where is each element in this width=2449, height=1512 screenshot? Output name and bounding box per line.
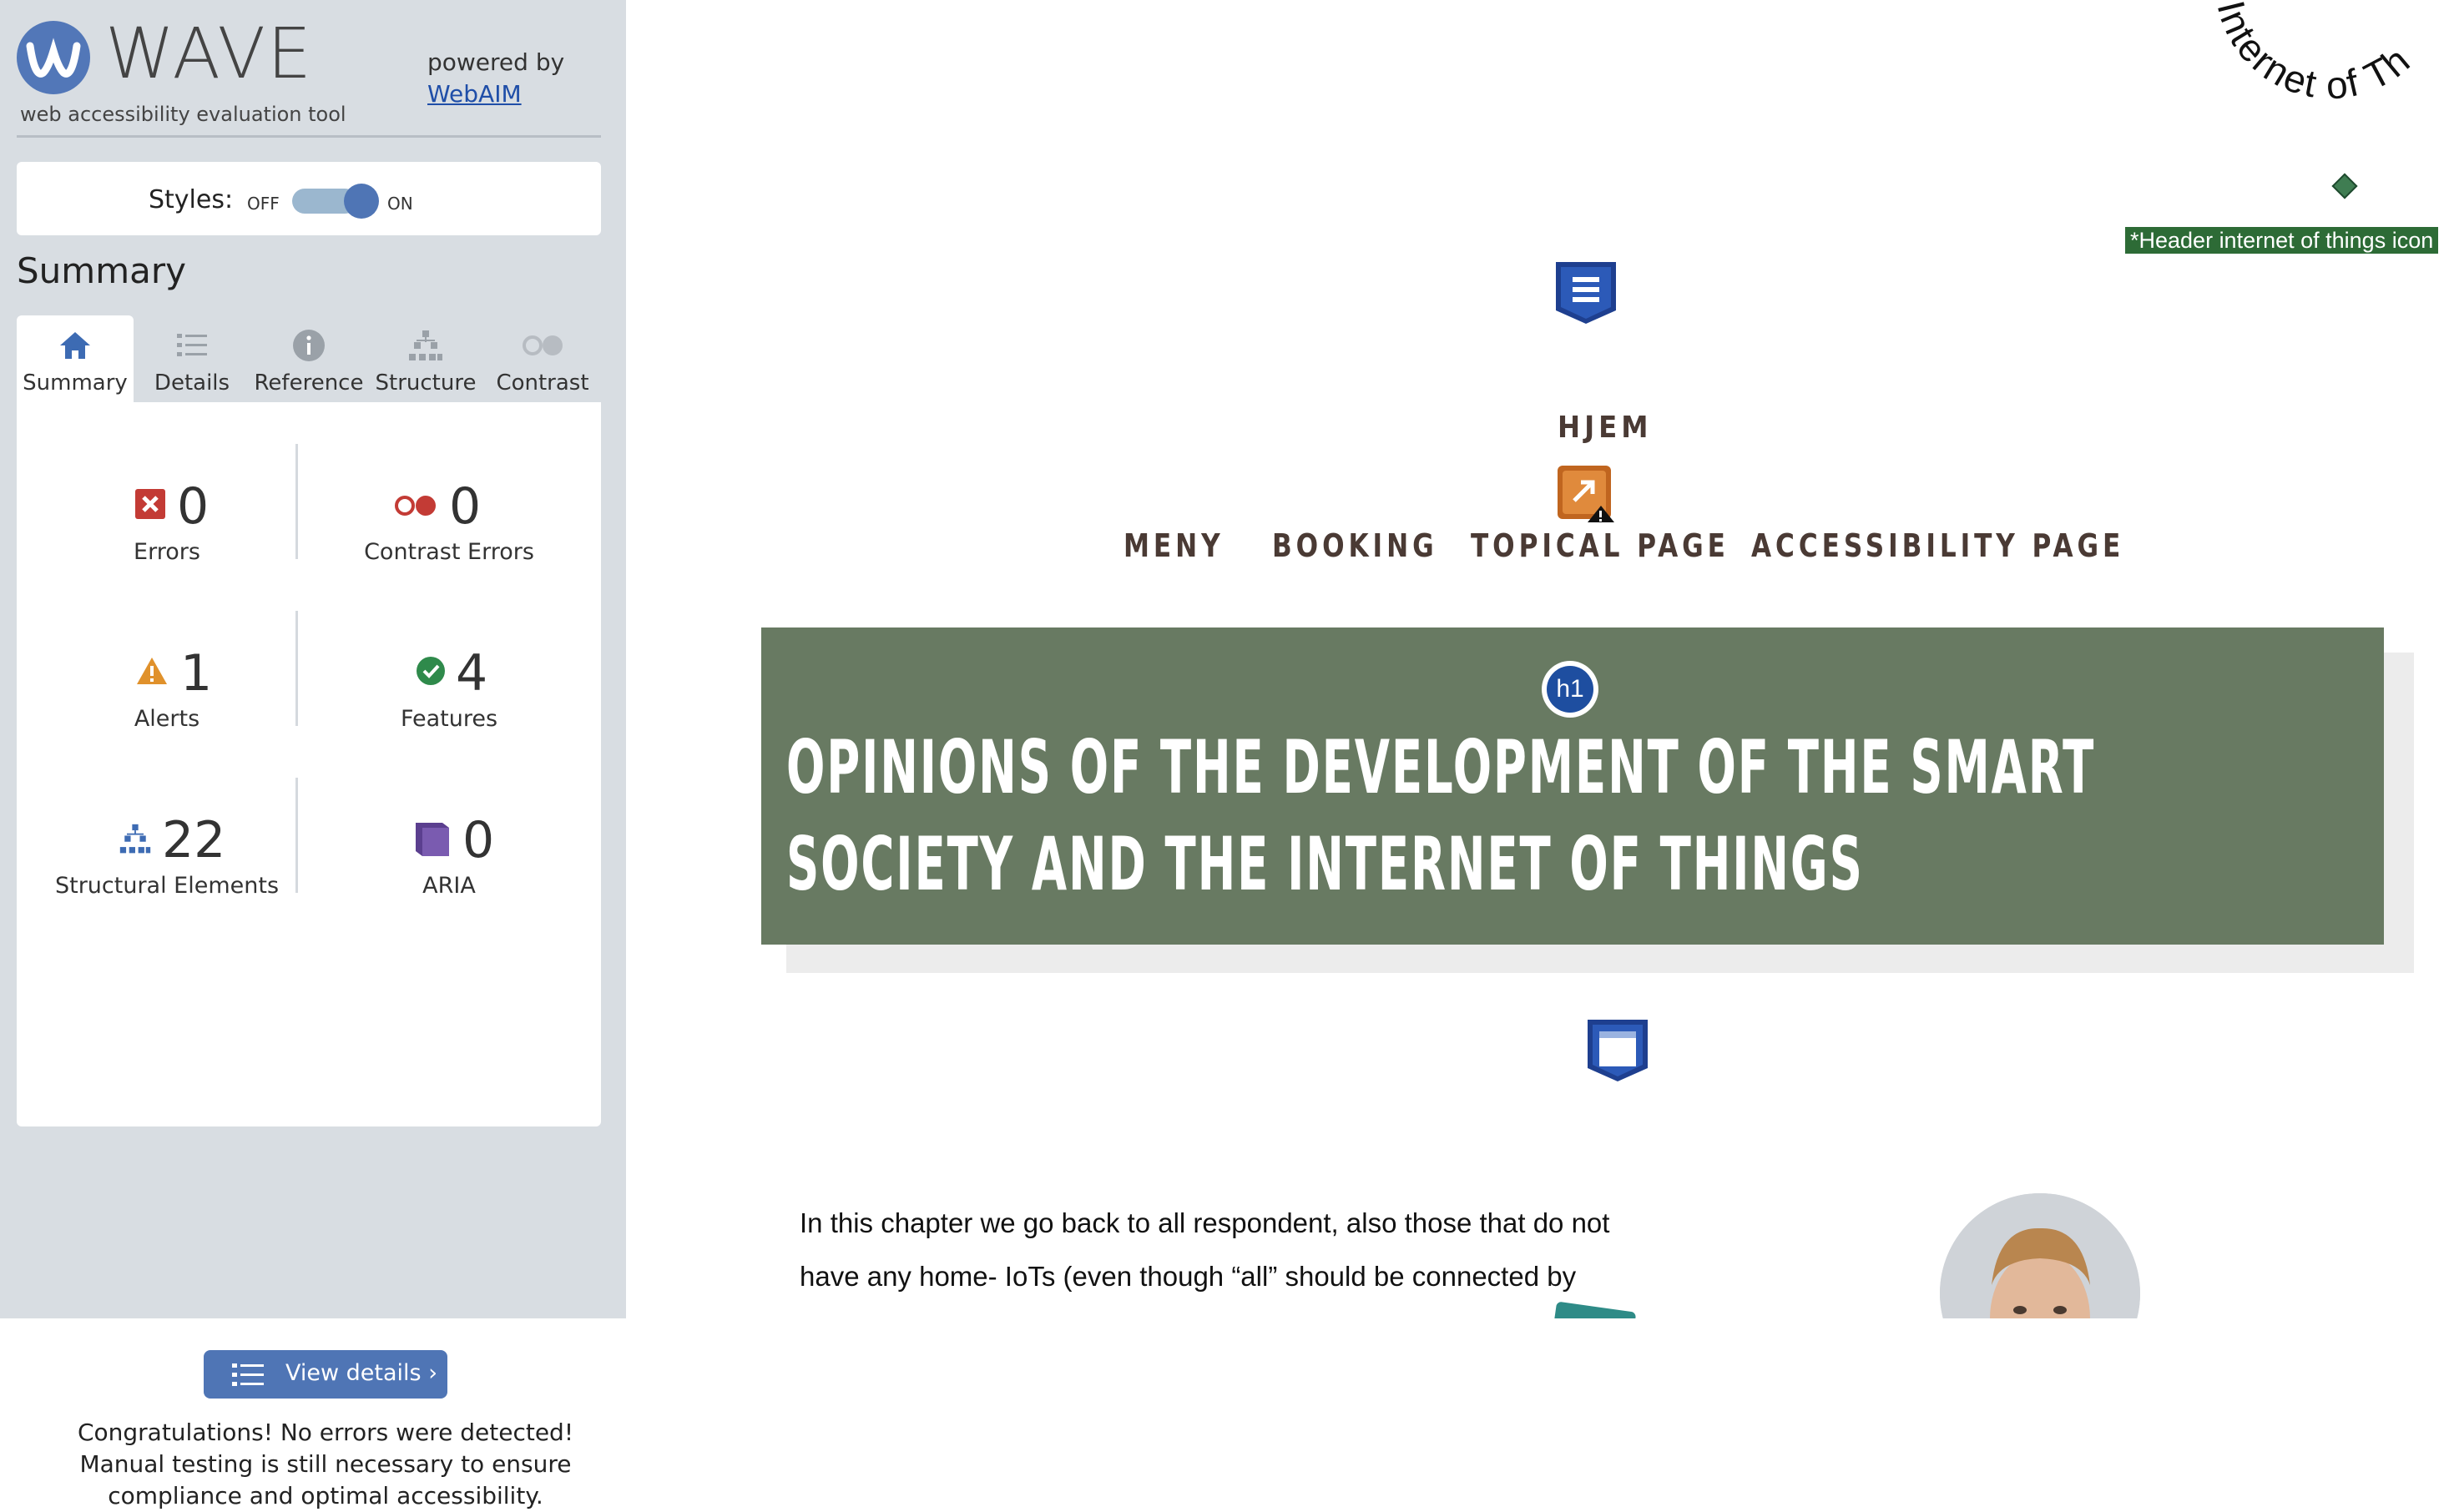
nav-topical-page[interactable]: TOPICAL PAGE xyxy=(1471,527,1729,564)
alerts-label: Alerts xyxy=(134,706,200,732)
stat-aria[interactable]: 0 ARIA xyxy=(316,811,583,899)
styles-on-label: ON xyxy=(387,194,413,214)
nav-booking[interactable]: BOOKING xyxy=(1272,527,1438,564)
wave-logo-text: WAVE xyxy=(105,13,314,94)
features-label: Features xyxy=(400,706,498,732)
aria-count: 0 xyxy=(462,811,495,869)
styles-toggle-panel: Styles: OFF ON xyxy=(17,162,601,235)
wave-logo-icon xyxy=(17,21,90,94)
page-title-line-1: OPINIONS OF THE DEVELOPMENT OF THE SMART xyxy=(786,724,2096,810)
tab-reference[interactable]: Reference xyxy=(250,315,367,402)
tab-reference-label: Reference xyxy=(254,370,364,396)
powered-by-label: powered by xyxy=(427,48,565,76)
contrast-errors-label: Contrast Errors xyxy=(364,539,534,565)
tab-details[interactable]: Details xyxy=(134,315,250,402)
list-icon xyxy=(232,1362,265,1394)
page-content: Internet of Th *Header internet of thing… xyxy=(626,0,2449,1318)
h1-heading-icon: h1 xyxy=(1542,661,1598,718)
list-icon xyxy=(134,327,250,364)
header-landmark-icon xyxy=(1554,260,1618,329)
error-icon xyxy=(135,489,165,522)
tab-contrast[interactable]: Contrast xyxy=(484,315,601,402)
webaim-link[interactable]: WebAIM xyxy=(427,78,564,110)
alerts-count: 1 xyxy=(180,644,213,703)
styles-toggle-knob[interactable] xyxy=(344,184,379,219)
alert-icon xyxy=(135,656,169,689)
summary-heading: Summary xyxy=(17,250,186,291)
main-landmark-icon xyxy=(1586,1018,1649,1086)
aria-label: ARIA xyxy=(422,873,476,899)
powered-by: powered by WebAIM xyxy=(427,47,564,110)
view-details-label: View details › xyxy=(285,1360,437,1386)
sidebar-divider xyxy=(17,135,601,138)
author-avatar xyxy=(1940,1193,2140,1318)
structure-icon xyxy=(117,823,154,859)
styles-off-label: OFF xyxy=(247,194,280,214)
page-title-line-2: SOCIETY AND THE INTERNET OF THINGS xyxy=(786,821,1864,907)
home-icon xyxy=(17,327,134,364)
tab-summary[interactable]: Summary xyxy=(17,315,134,402)
partial-feature-icon xyxy=(1552,1301,1637,1318)
wave-sidebar: WAVE web accessibility evaluation tool p… xyxy=(0,0,626,1509)
tab-structure[interactable]: Structure xyxy=(367,315,484,402)
stat-alerts[interactable]: 1 Alerts xyxy=(33,644,300,732)
stat-features[interactable]: 4 Features xyxy=(316,644,583,732)
svg-text:Internet of Th: Internet of Th xyxy=(2209,0,2419,108)
info-icon xyxy=(250,327,367,364)
circular-logo-text: Internet of Th xyxy=(2209,0,2419,108)
structural-count: 22 xyxy=(162,811,226,869)
paragraph-line-1: In this chapter we go back to all respon… xyxy=(800,1207,1610,1238)
tab-bar: Summary Details Reference Structure Cont… xyxy=(17,315,601,402)
features-count: 4 xyxy=(456,644,488,703)
tab-summary-label: Summary xyxy=(23,370,128,396)
feature-diamond-icon xyxy=(2331,173,2358,199)
summary-panel: 0 Errors 0 Contrast Errors 1 Alerts 4 Fe… xyxy=(17,402,601,1509)
paragraph-line-2: have any home- IoTs (even though “all” s… xyxy=(800,1261,1577,1292)
aria-icon xyxy=(414,819,451,861)
errors-label: Errors xyxy=(134,539,200,565)
structure-icon xyxy=(367,327,484,364)
tab-details-label: Details xyxy=(154,370,230,396)
tab-structure-label: Structure xyxy=(375,370,477,396)
errors-count: 0 xyxy=(177,477,210,536)
structural-label: Structural Elements xyxy=(54,873,280,899)
intro-paragraph: In this chapter we go back to all respon… xyxy=(800,1197,1634,1303)
contrast-icon xyxy=(484,327,601,364)
nav-meny[interactable]: MENY xyxy=(1124,527,1224,564)
styles-label: Styles: xyxy=(149,185,234,214)
wave-logo-subtitle: web accessibility evaluation tool xyxy=(20,103,346,126)
stat-contrast-errors[interactable]: 0 Contrast Errors xyxy=(316,477,583,565)
redundant-link-alert-icon xyxy=(1556,464,1616,527)
feature-check-icon xyxy=(416,656,446,689)
view-details-button[interactable]: View details › xyxy=(204,1350,447,1399)
contrast-error-icon xyxy=(394,494,437,521)
h1-badge-label: h1 xyxy=(1547,666,1593,713)
alt-text-tag: *Header internet of things icon xyxy=(2125,227,2439,254)
stat-errors[interactable]: 0 Errors xyxy=(33,477,300,565)
page-title: OPINIONS OF THE DEVELOPMENT OF THE SMART… xyxy=(786,719,2096,913)
stat-structural[interactable]: 22 Structural Elements xyxy=(33,811,300,899)
tab-contrast-label: Contrast xyxy=(496,370,589,396)
home-link[interactable]: HJEM xyxy=(1558,411,1653,445)
congrats-message: Congratulations! No errors were detected… xyxy=(77,1419,574,1509)
contrast-errors-count: 0 xyxy=(449,477,482,536)
nav-accessibility-page[interactable]: ACCESSIBILITY PAGE xyxy=(1751,527,2124,564)
